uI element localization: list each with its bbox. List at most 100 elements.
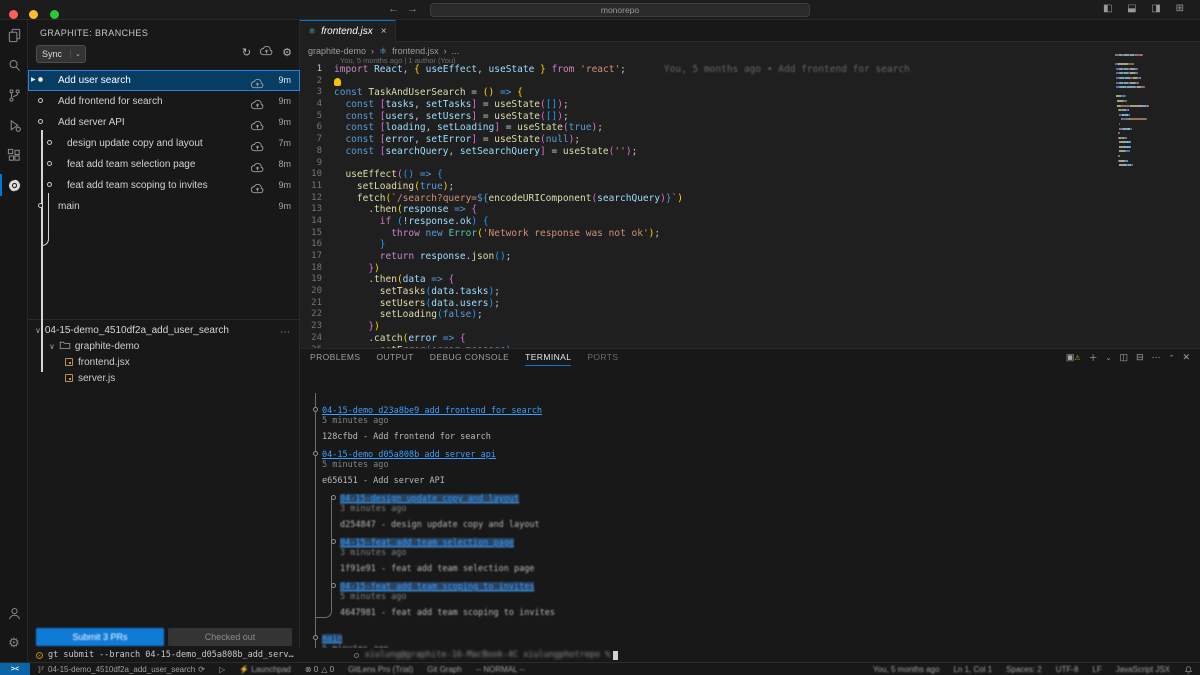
terminal-branch-link[interactable]: main: [322, 634, 342, 644]
run-and-debug-icon[interactable]: [0, 110, 28, 140]
problems-status-item[interactable]: ⊗ 0 △ 0: [305, 665, 334, 674]
terminal-prompt-row[interactable]: ✕ gt submit --branch 04-15-demo_d05a808b…: [28, 648, 1200, 662]
close-panel-icon[interactable]: ✕: [1182, 352, 1190, 363]
branch-row[interactable]: feat add team selection page 8m: [28, 154, 300, 175]
code-line: 6 const [loading, setLoading] = useState…: [300, 122, 1160, 134]
branch-label: feat add team selection page: [67, 154, 195, 175]
minimize-window-button[interactable]: [29, 10, 38, 19]
split-terminal-icon[interactable]: ◫: [1120, 352, 1129, 363]
extensions-icon[interactable]: [0, 140, 28, 170]
tree-file-row[interactable]: frontend.jsx: [28, 355, 300, 371]
accounts-icon[interactable]: [0, 598, 28, 628]
close-window-button[interactable]: [9, 10, 18, 19]
code-line: 21 setUsers(data.users);: [300, 298, 1160, 310]
submit-prs-button[interactable]: Submit 3 PRs: [36, 628, 164, 646]
terminal[interactable]: 04-15-demo_d23a8be9_add_frontend_for_sea…: [306, 369, 1186, 629]
branch-row[interactable]: main9m: [28, 196, 300, 217]
terminal-branch-link[interactable]: 04-15-feat_add_team_selection_page: [340, 538, 514, 548]
refresh-icon[interactable]: ↻: [242, 46, 251, 59]
tree-file-row[interactable]: server.js: [28, 371, 300, 387]
panel-tab-ports[interactable]: PORTS: [587, 349, 618, 366]
checked-out-button[interactable]: Checked out: [168, 628, 292, 646]
branch-row[interactable]: feat add team scoping to invites9m: [28, 175, 300, 196]
explorer-icon[interactable]: [0, 20, 28, 50]
command-center-search[interactable]: monorepo: [430, 3, 810, 17]
cursor-position-item[interactable]: Ln 1, Col 1: [953, 665, 992, 674]
code-line: 20 setTasks(data.tasks);: [300, 286, 1160, 298]
search-icon[interactable]: [0, 50, 28, 80]
tab-frontend-jsx[interactable]: ⚛ frontend.jsx ×: [300, 20, 396, 42]
current-branch-pointer-icon: ▶: [31, 70, 36, 91]
maximize-window-button[interactable]: [50, 10, 59, 19]
language-mode-item[interactable]: JavaScript JSX: [1116, 665, 1170, 674]
commit-dot-icon: [47, 161, 52, 166]
graph-node-icon: [331, 539, 336, 544]
eol-item[interactable]: LF: [1092, 665, 1101, 674]
minimap[interactable]: [1115, 54, 1163, 169]
forward-icon[interactable]: →: [407, 3, 426, 15]
layout-toggle-icons[interactable]: ◧ ⬓ ◨ ⊞: [1103, 3, 1190, 14]
code-area[interactable]: 1import React, { useEffect, useState } f…: [300, 64, 1160, 356]
launchpad-status-item[interactable]: ⚡ Launchpad: [239, 665, 291, 674]
sync-dropdown-icon[interactable]: ⌄: [70, 50, 85, 58]
git-graph-status-item[interactable]: Git Graph: [427, 665, 462, 674]
panel-tabs: PROBLEMS OUTPUT DEBUG CONSOLE TERMINAL PORTS: [310, 349, 618, 366]
panel-tab-terminal[interactable]: TERMINAL: [525, 349, 571, 366]
inline-blame: You, 5 months ago • Add frontend for sea…: [664, 64, 910, 75]
notifications-bell-icon[interactable]: [1184, 665, 1193, 674]
terminal-dropdown-icon[interactable]: ⌄: [1106, 354, 1112, 362]
code-line: 24 .catch(error => {: [300, 333, 1160, 345]
panel-tab-problems[interactable]: PROBLEMS: [310, 349, 360, 366]
cloud-upload-icon: [251, 163, 264, 173]
folder-icon: [59, 340, 71, 350]
new-terminal-icon[interactable]: ＋: [1089, 351, 1098, 364]
gear-icon[interactable]: ⚙: [282, 46, 292, 59]
code-line: 18 }): [300, 263, 1160, 275]
encoding-item[interactable]: UTF-8: [1056, 665, 1079, 674]
pro-trial-status-item[interactable]: GitLens Pro (Trial): [348, 665, 413, 674]
blame-status-item[interactable]: You, 5 months ago: [873, 665, 939, 674]
cloud-upload-icon: [251, 184, 264, 194]
maximize-panel-icon[interactable]: ⌃: [1169, 354, 1175, 362]
cloud-upload-icon[interactable]: [260, 46, 273, 59]
graph-node-icon: [313, 635, 318, 640]
indentation-item[interactable]: Spaces: 2: [1006, 665, 1042, 674]
sync-button[interactable]: Sync⌄: [36, 45, 86, 63]
terminal-branch-link[interactable]: 04-15-demo_d23a8be9_add_frontend_for_sea…: [322, 406, 542, 416]
code-line: 13 .then(response => {: [300, 204, 1160, 216]
lightbulb-icon[interactable]: [334, 78, 341, 86]
run-status-item[interactable]: ▷: [219, 665, 225, 674]
tree-root-row[interactable]: ∨04-15-demo_4510df2a_add_user_search⋯: [28, 323, 300, 339]
kill-terminal-icon[interactable]: ⊟: [1136, 352, 1144, 363]
breadcrumb-item[interactable]: graphite-demo: [308, 46, 366, 56]
code-line: 5 const [users, setUsers] = useState([])…: [300, 111, 1160, 123]
branch-row[interactable]: Add frontend for search9m: [28, 91, 300, 112]
breadcrumb-item[interactable]: ...: [452, 46, 460, 56]
branch-status-item[interactable]: 04-15-demo_4510df2a_add_user_search⟳: [37, 665, 205, 674]
remote-indicator[interactable]: ><: [0, 663, 30, 675]
branch-time: 9m: [278, 196, 291, 217]
breadcrumb-item[interactable]: frontend.jsx: [392, 46, 439, 56]
tree-folder-row[interactable]: ∨graphite-demo: [28, 339, 300, 355]
back-icon[interactable]: ←: [388, 3, 407, 15]
cloud-upload-icon: [251, 100, 264, 110]
more-actions-icon[interactable]: ⋯: [1152, 352, 1161, 363]
terminal-branch-link[interactable]: 04-15-feat_add_team_scoping_to_invites: [340, 582, 534, 592]
terminal-branch-link[interactable]: 04-15-demo_d05a808b_add_server_api: [322, 450, 496, 460]
terminal-commit-line: e656151 - Add server API: [322, 476, 445, 486]
branch-row[interactable]: ▶Add user search9m: [28, 70, 300, 91]
terminal-warning-icon[interactable]: ▣⚠: [1066, 352, 1081, 363]
commit-dot-icon: [38, 77, 43, 82]
graphite-icon[interactable]: [0, 170, 28, 200]
branch-time: 8m: [278, 154, 291, 175]
source-control-icon[interactable]: [0, 80, 28, 110]
terminal-branch-time: 5 minutes ago: [322, 416, 389, 426]
close-tab-icon[interactable]: ×: [381, 26, 387, 37]
panel-tab-output[interactable]: OUTPUT: [376, 349, 413, 366]
branch-row[interactable]: Add server API9m: [28, 112, 300, 133]
terminal-commit-line: 4647981 - feat add team scoping to invit…: [340, 608, 555, 618]
settings-gear-icon[interactable]: ⚙: [0, 628, 28, 658]
panel-tab-debug-console[interactable]: DEBUG CONSOLE: [430, 349, 509, 366]
terminal-branch-link[interactable]: 04-15-design_update_copy_and_layout: [340, 494, 519, 504]
branch-row[interactable]: design update copy and layout7m: [28, 133, 300, 154]
